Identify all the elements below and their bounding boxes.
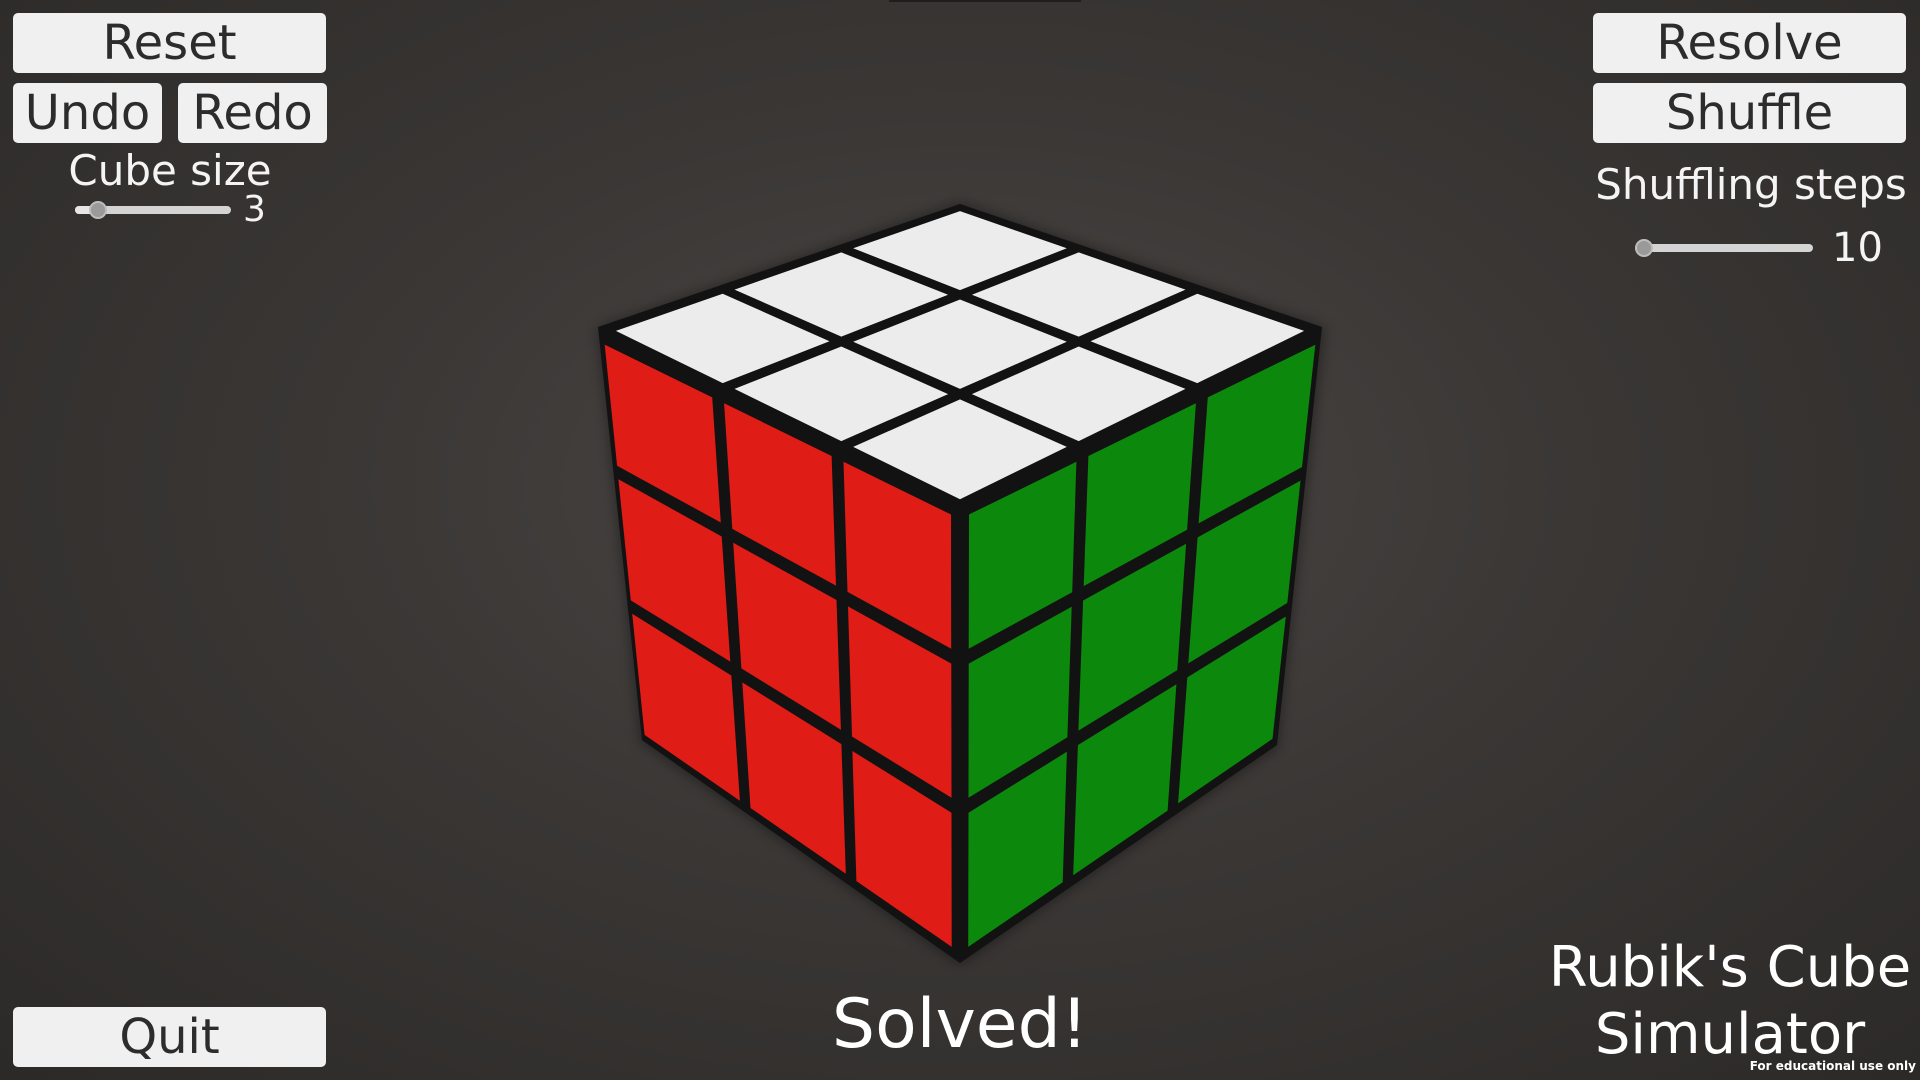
app-title-line1: Rubik's Cube xyxy=(1548,935,1912,1000)
rubiks-cube[interactable] xyxy=(0,0,1920,1080)
footer-note: For educational use only xyxy=(1749,1059,1916,1073)
status-text: Solved! xyxy=(831,985,1089,1064)
quit-button[interactable]: Quit xyxy=(13,1007,326,1067)
